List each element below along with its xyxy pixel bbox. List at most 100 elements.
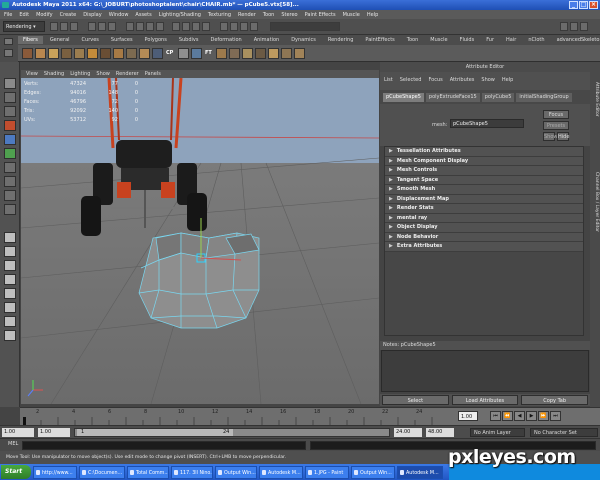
lasso-tool-icon[interactable] <box>4 92 16 103</box>
play-backward-icon[interactable]: ◀ <box>514 411 525 421</box>
shelf-tab-painteffects[interactable]: PaintEffects <box>360 36 399 44</box>
new-scene-icon[interactable] <box>50 22 58 31</box>
save-scene-icon[interactable] <box>70 22 78 31</box>
single-perspective-layout-icon[interactable] <box>4 232 16 243</box>
scale-tool-icon[interactable] <box>4 148 16 159</box>
viewport-menu-renderer[interactable]: Renderer <box>116 71 139 77</box>
side-tab-attribute-editor[interactable]: Attribute Editor <box>591 82 599 117</box>
presets-button[interactable]: Presets <box>543 121 569 130</box>
show-button[interactable]: Show <box>543 132 558 141</box>
shelf-tab-dynamics[interactable]: Dynamics <box>286 36 321 44</box>
section-tangent-space[interactable]: ▶ Tangent Space <box>385 175 583 185</box>
section-mesh-controls[interactable]: ▶ Mesh Controls <box>385 166 583 176</box>
fiber-tool-2-icon[interactable] <box>35 48 46 59</box>
snap-curve-icon[interactable] <box>182 22 190 31</box>
menu-edit[interactable]: Edit <box>19 12 29 18</box>
mel-label[interactable]: MEL <box>8 441 18 447</box>
fiber-tool-4-icon[interactable] <box>61 48 72 59</box>
channel-box-toggle-icon[interactable] <box>580 22 588 31</box>
menu-render[interactable]: Render <box>238 12 256 18</box>
fiber-tool-10-icon[interactable] <box>139 48 150 59</box>
ae-menu-show[interactable]: Show <box>481 77 495 90</box>
taskbar-item-total-commander[interactable]: Total Comm... <box>127 465 169 479</box>
fiber-tool-8-icon[interactable] <box>113 48 124 59</box>
viewport-menu-shading[interactable]: Shading <box>44 71 64 77</box>
select-hierarchy-icon[interactable] <box>88 22 96 31</box>
taskbar-item-media[interactable]: 117. 3ll Nino... <box>171 465 213 479</box>
tool-settings-toggle-icon[interactable] <box>570 22 578 31</box>
perspective-viewport[interactable]: Verts: 47324 77 0 Edges: 94016 148 0 Faces: 467… <box>21 78 379 404</box>
attribute-editor-toggle-icon[interactable] <box>560 22 568 31</box>
shelf-tab-muscle[interactable]: Muscle <box>425 36 452 44</box>
persp-graph-layout-icon[interactable] <box>4 274 16 285</box>
select-object-icon[interactable] <box>98 22 106 31</box>
menu-stereo[interactable]: Stereo <box>281 12 297 18</box>
animation-end-field[interactable]: 48.00 <box>426 428 454 437</box>
snap-grid-icon[interactable] <box>172 22 180 31</box>
fiber-tool-5-icon[interactable] <box>74 48 85 59</box>
fiber-tool-19-icon[interactable] <box>281 48 292 59</box>
viewport-menu-view[interactable]: View <box>26 71 38 77</box>
vertex-mask-icon[interactable] <box>126 22 134 31</box>
minimize-button[interactable]: _ <box>569 1 578 9</box>
ae-menu-focus[interactable]: Focus <box>428 77 442 90</box>
shelf-tab-fibers[interactable]: Fibers <box>18 36 43 44</box>
quick-selection-field[interactable] <box>270 22 340 31</box>
menu-display[interactable]: Display <box>83 12 101 18</box>
section-node-behavior[interactable]: ▶ Node Behavior <box>385 232 583 242</box>
shelf-tab-surfaces[interactable]: Surfaces <box>106 36 138 44</box>
node-name-field[interactable]: pCubeShape5 <box>450 119 524 128</box>
taskbar-item-output-window-1[interactable]: Output Win... <box>215 465 257 479</box>
outliner-layout-icon[interactable] <box>4 302 16 313</box>
open-scene-icon[interactable] <box>60 22 68 31</box>
range-slider[interactable]: 1 24 <box>74 428 390 437</box>
four-view-layout-icon[interactable] <box>4 246 16 257</box>
section-displacement-map[interactable]: ▶ Displacement Map <box>385 194 583 204</box>
menu-muscle[interactable]: Muscle <box>343 12 360 18</box>
snap-point-icon[interactable] <box>192 22 200 31</box>
taskbar-item-explorer[interactable]: C:\Documen... <box>79 465 125 479</box>
fiber-tool-17-icon[interactable] <box>255 48 266 59</box>
node-tab-polycube5[interactable]: polyCube5 <box>481 92 515 102</box>
fiber-tool-16-icon[interactable] <box>242 48 253 59</box>
shelf-tab-subdivs[interactable]: Subdivs <box>174 36 204 44</box>
ae-menu-help[interactable]: Help <box>502 77 513 90</box>
taskbar-item-autodesk-maya-2[interactable]: Autodesk M... <box>397 465 443 479</box>
fiber-tool-12-icon[interactable] <box>178 48 189 59</box>
fiber-tool-9-icon[interactable] <box>126 48 137 59</box>
section-extra-attributes[interactable]: ▶ Extra Attributes <box>385 242 583 252</box>
close-button[interactable]: × <box>589 1 598 9</box>
shelf-tab-fur[interactable]: Fur <box>481 36 499 44</box>
start-button[interactable]: Start <box>1 465 31 479</box>
fiber-tool-3-icon[interactable] <box>48 48 59 59</box>
maximize-button[interactable]: □ <box>579 1 588 9</box>
shelf-tab-toon[interactable]: Toon <box>402 36 424 44</box>
step-back-icon[interactable]: ⏪ <box>502 411 513 421</box>
shelf-tab-rendering[interactable]: Rendering <box>323 36 359 44</box>
select-component-icon[interactable] <box>108 22 116 31</box>
select-button[interactable]: Select <box>382 395 449 405</box>
menu-set-select[interactable]: Rendering ▾ <box>3 21 45 32</box>
play-forward-icon[interactable]: ▶ <box>526 411 537 421</box>
menu-assets[interactable]: Assets <box>135 12 151 18</box>
fiber-tool-6-icon[interactable] <box>87 48 98 59</box>
render-settings-icon[interactable] <box>250 22 258 31</box>
taskbar-item-autodesk-maya-1[interactable]: Autodesk M... <box>259 465 303 479</box>
menu-window[interactable]: Window <box>109 12 129 18</box>
history-icon[interactable] <box>220 22 228 31</box>
section-tessellation-attributes[interactable]: ▶ Tessellation Attributes <box>385 147 583 157</box>
mel-command-input[interactable] <box>22 441 306 450</box>
fiber-tool-15-icon[interactable] <box>229 48 240 59</box>
fiber-tool-1-icon[interactable] <box>22 48 33 59</box>
uv-mask-icon[interactable] <box>156 22 164 31</box>
edge-mask-icon[interactable] <box>136 22 144 31</box>
animation-start-field[interactable]: 1.00 <box>38 428 70 437</box>
persp-outliner-layout-icon[interactable] <box>4 260 16 271</box>
menu-help[interactable]: Help <box>367 12 378 18</box>
hide-button[interactable]: Hide <box>557 132 569 141</box>
node-tab-polyextrudeface15[interactable]: polyExtrudeFace15 <box>425 92 480 102</box>
section-object-display[interactable]: ▶ Object Display <box>385 223 583 233</box>
menu-toon[interactable]: Toon <box>263 12 275 18</box>
taskbar-item-output-window-2[interactable]: Output Win... <box>351 465 395 479</box>
fiber-tool-11-icon[interactable] <box>152 48 163 59</box>
